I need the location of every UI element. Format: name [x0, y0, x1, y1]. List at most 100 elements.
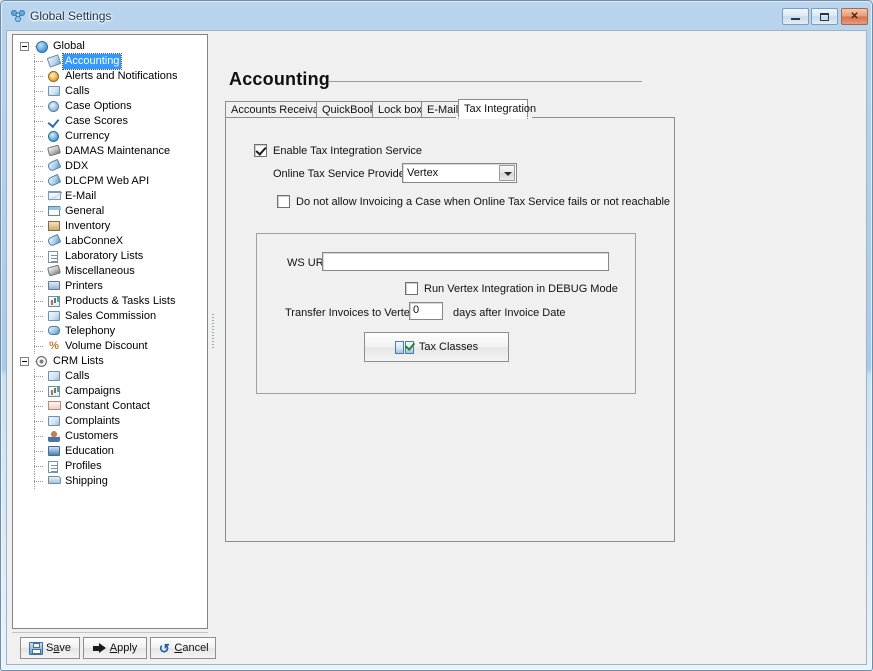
tab-lock-box[interactable]: Lock box	[372, 101, 422, 118]
undo-icon: ↺	[158, 640, 170, 656]
pencil-icon	[46, 54, 63, 69]
tree-item-miscellaneous[interactable]: Miscellaneous	[13, 264, 207, 279]
key-icon	[46, 158, 63, 174]
tab-strip[interactable]: Accounts Receivable QuickBooks Lock box E-M…	[225, 99, 675, 119]
tree-item-products-tasks-lists[interactable]: Products & Tasks Lists	[13, 294, 207, 309]
global-settings-window: Global Settings ✕ Global Accounting Alerts…	[0, 0, 873, 671]
tag-icon	[47, 309, 63, 324]
apply-arrow-icon	[92, 642, 107, 655]
page-title: Accounting	[229, 69, 330, 89]
tree-item-currency[interactable]: Currency	[13, 129, 207, 144]
tree-item-ddx[interactable]: DDX	[13, 158, 207, 174]
tree-item-alerts-and-notifications[interactable]: Alerts and Notifications	[13, 69, 207, 84]
tag-icon	[47, 414, 63, 429]
tab-e-mail[interactable]: E-Mail	[421, 101, 459, 118]
tag-icon	[47, 84, 63, 99]
tree-group-global[interactable]: Global	[13, 39, 207, 54]
tree-item-label: Volume Discount	[65, 340, 148, 352]
tree-connector	[35, 39, 51, 54]
tree-item-laboratory-lists[interactable]: Laboratory Lists	[13, 249, 207, 264]
close-button[interactable]: ✕	[841, 8, 868, 25]
apply-label-suffix: pply	[117, 642, 138, 654]
tree-item-dlcpm-web-api[interactable]: DLCPM Web API	[13, 173, 207, 189]
tree-item-label: Profiles	[65, 460, 102, 472]
tree-connector	[31, 444, 47, 459]
tree-item-calls[interactable]: Calls	[13, 369, 207, 384]
tree-item-campaigns[interactable]: Campaigns	[13, 384, 207, 399]
tree-item-telephony[interactable]: Telephony	[13, 324, 207, 339]
tree-connector	[31, 414, 47, 429]
tree-item-label: Miscellaneous	[65, 265, 135, 277]
tree-item-profiles[interactable]: Profiles	[13, 459, 207, 474]
ws-url-input[interactable]	[322, 252, 609, 271]
expander-collapse-icon[interactable]	[19, 39, 35, 54]
settings-tree[interactable]: Global Accounting Alerts and Notifications…	[12, 34, 208, 629]
tree-item-sales-commission[interactable]: Sales Commission	[13, 309, 207, 324]
phone-icon	[47, 324, 63, 339]
document-icon	[47, 459, 63, 474]
tree-item-label: Calls	[65, 85, 90, 97]
tree-item-case-options[interactable]: Case Options	[13, 99, 207, 114]
provider-combobox[interactable]: Vertex	[402, 163, 517, 183]
chevron-down-icon[interactable]	[499, 165, 515, 181]
expander-collapse-icon[interactable]	[19, 354, 35, 369]
tab-tax-integration[interactable]: Tax Integration	[458, 99, 536, 119]
disallow-invoicing-checkbox[interactable]	[277, 195, 290, 208]
tree-group-label: Global	[53, 40, 85, 52]
tree-item-general[interactable]: General	[13, 204, 207, 219]
tree-item-label: E-Mail	[65, 190, 97, 202]
tree-item-label: Printers	[65, 280, 103, 292]
enable-tax-integration-checkbox[interactable]	[254, 144, 267, 157]
tree-item-label: LabConneX	[65, 235, 124, 247]
tree-item-e-mail[interactable]: E-Mail	[13, 189, 207, 204]
check-icon	[47, 114, 63, 129]
tree-item-printers[interactable]: Printers	[13, 279, 207, 294]
key-icon	[46, 173, 63, 189]
tree-connector	[31, 54, 47, 69]
tree-connector	[31, 264, 47, 279]
tree-connector	[31, 249, 47, 264]
tree-item-complaints[interactable]: Complaints	[13, 414, 207, 429]
tree-item-case-scores[interactable]: Case Scores	[13, 114, 207, 129]
tree-item-label: Calls	[65, 370, 90, 382]
tree-item-inventory[interactable]: Inventory	[13, 219, 207, 234]
cancel-button[interactable]: ↺ Cancel	[150, 637, 216, 659]
maximize-button[interactable]	[811, 8, 838, 25]
tree-item-constant-contact[interactable]: Constant Contact	[13, 399, 207, 414]
tree-item-education[interactable]: Education	[13, 444, 207, 459]
molecule-icon	[11, 10, 25, 22]
tree-connector	[31, 114, 47, 129]
tree-group-crm-lists[interactable]: CRM Lists	[13, 354, 207, 369]
tax-classes-button-label: Tax Classes	[418, 341, 479, 353]
title-bar[interactable]: Global Settings ✕	[2, 2, 871, 30]
tree-connector	[31, 204, 47, 219]
coin-icon	[47, 129, 63, 144]
tree-item-accounting[interactable]: Accounting	[13, 53, 207, 70]
tree-item-damas-maintenance[interactable]: DAMAS Maintenance	[13, 144, 207, 159]
save-button[interactable]: Save	[20, 637, 80, 659]
pane-splitter[interactable]	[210, 34, 216, 629]
tree-item-calls[interactable]: Calls	[13, 84, 207, 99]
window-icon	[47, 204, 63, 219]
tree-connector	[31, 459, 47, 474]
truck-icon	[47, 474, 63, 489]
people-icon	[47, 429, 63, 444]
document-icon	[47, 249, 63, 264]
tab-quickbooks[interactable]: QuickBooks	[316, 101, 381, 118]
tree-item-label: Inventory	[65, 220, 111, 232]
tree-item-volume-discount[interactable]: % Volume Discount	[13, 339, 207, 354]
tree-item-labconnex[interactable]: LabConneX	[13, 233, 207, 249]
tree-item-customers[interactable]: Customers	[13, 429, 207, 444]
minimize-button[interactable]	[782, 8, 809, 25]
tree-item-label: Constant Contact	[65, 400, 150, 412]
tree-item-shipping[interactable]: Shipping	[13, 474, 207, 489]
tree-item-label: DDX	[65, 160, 89, 172]
content-pane: Accounting Accounts Receivable QuickBooks…	[218, 34, 863, 629]
vertex-settings-group: WS URL: Run Vertex Integration in DEBUG …	[256, 233, 636, 394]
wrench-icon	[47, 144, 63, 159]
debug-mode-checkbox[interactable]	[405, 282, 418, 295]
tab-accounts-receivable[interactable]: Accounts Receivable	[225, 101, 334, 118]
transfer-days-input[interactable]: 0	[409, 302, 443, 320]
apply-button[interactable]: Apply	[83, 637, 147, 659]
tax-classes-button[interactable]: Tax Classes	[364, 332, 509, 362]
